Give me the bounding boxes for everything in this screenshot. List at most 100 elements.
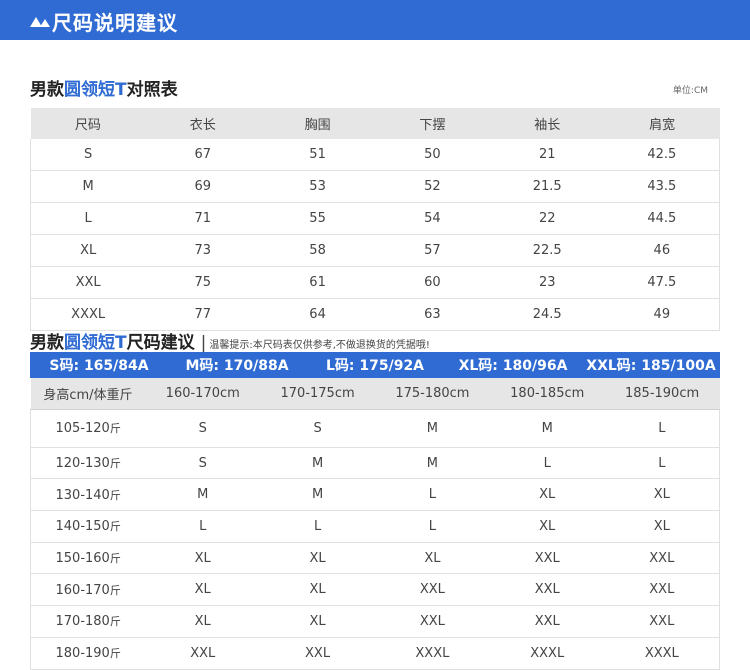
column-header: 衣长 <box>145 108 261 139</box>
table-cell: 43.5 <box>604 170 720 203</box>
table-cell: 51 <box>260 139 375 171</box>
table-cell: 75 <box>145 266 261 299</box>
size-spec-item: M码: 170/88A <box>185 358 289 374</box>
size-cell: S <box>145 447 261 480</box>
title-prefix: 男款 <box>30 80 64 100</box>
size-cell: XXL <box>489 542 605 575</box>
table-cell: XXL <box>30 266 146 299</box>
title-suffix: 尺码建议 <box>126 333 195 353</box>
table-cell: 60 <box>374 266 490 299</box>
banner-title: 尺码说明建议 <box>52 11 178 35</box>
size-cell: S <box>260 409 375 448</box>
table-row: 120-130斤 S M M L L <box>30 447 720 480</box>
weight-unit: 斤 <box>109 520 121 534</box>
size-cell: XXL <box>374 605 490 638</box>
title-highlight: 圆领短T <box>64 80 127 100</box>
weight-unit: 斤 <box>109 583 121 597</box>
size-cell: L <box>604 447 720 480</box>
size-cell: XXL <box>604 542 720 575</box>
size-cell: XL <box>374 542 490 575</box>
weight-cell: 160-170斤 <box>30 573 146 607</box>
column-header: 下摆 <box>374 108 490 139</box>
table-row: 160-170斤 XL XL XXL XXL XXL <box>30 573 720 607</box>
tip-text: 温馨提示:本尺码表仅供参考,不做退换货的凭据哦! <box>209 340 430 351</box>
unit-label: 单位:CM <box>672 86 708 96</box>
size-cell: L <box>374 478 490 512</box>
size-spec-item: S码: 165/84A <box>49 358 149 374</box>
table-row: 150-160斤 XL XL XL XXL XXL <box>30 542 720 575</box>
size-cell: M <box>489 409 605 448</box>
table-cell: 73 <box>145 234 261 267</box>
height-header: 185-190cm <box>604 378 720 410</box>
size-cell: XXL <box>260 637 375 670</box>
table-cell: XXXL <box>30 298 146 331</box>
triangle-icon <box>40 19 50 27</box>
table-cell: 71 <box>145 202 261 235</box>
table-cell: 69 <box>145 170 261 203</box>
table-cell: 47.5 <box>604 266 720 299</box>
size-cell: XXL <box>145 637 261 670</box>
size-cell: XL <box>145 605 261 638</box>
table-row: 170-180斤 XL XL XXL XXL XXL <box>30 605 720 638</box>
table-cell: 22 <box>489 202 605 235</box>
size-cell: L <box>604 409 720 448</box>
weight-cell: 105-120斤 <box>30 409 146 448</box>
size-cell: XXL <box>374 573 490 607</box>
size-chart-title: 男款圆领短T对照表 <box>30 75 178 100</box>
size-cell: XXL <box>489 605 605 638</box>
size-cell: XL <box>145 542 261 575</box>
table-cell: XL <box>30 234 146 267</box>
table-cell: 42.5 <box>604 139 720 171</box>
size-cell: XL <box>489 478 605 512</box>
size-cell: XXXL <box>604 637 720 670</box>
size-cell: XXL <box>489 573 605 607</box>
size-cell: XL <box>260 573 375 607</box>
table-cell: 67 <box>145 139 261 171</box>
weight-unit: 斤 <box>109 552 121 566</box>
weight-unit: 斤 <box>109 457 121 471</box>
size-spec-item: L码: 175/92A <box>325 358 425 374</box>
table-cell: 44.5 <box>604 202 720 235</box>
table-row: 105-120斤 S S M M L <box>30 409 720 448</box>
table-row: 180-190斤 XXL XXL XXXL XXXL XXXL <box>30 637 720 670</box>
size-cell: XL <box>489 510 605 543</box>
height-header: 170-175cm <box>260 378 375 410</box>
size-cell: L <box>489 447 605 480</box>
size-cell: S <box>145 409 261 448</box>
weight-unit: 斤 <box>109 647 121 661</box>
title-highlight: 圆领短T <box>64 333 127 353</box>
table-cell: S <box>30 139 146 171</box>
weight-cell: 130-140斤 <box>30 478 146 512</box>
size-cell: XL <box>260 605 375 638</box>
table-header-row: 身高cm/体重斤 160-170cm 170-175cm 175-180cm 180-1… <box>30 378 720 410</box>
table-cell: 64 <box>260 298 375 331</box>
table-row: L 71 55 54 22 44.5 <box>30 202 720 235</box>
size-spec-bar: S码: 165/84A M码: 170/88A L码: 175/92A XL码: 18… <box>30 352 720 378</box>
weight-range: 120-130 <box>55 456 110 472</box>
size-cell: M <box>260 478 375 512</box>
table-cell: 23 <box>489 266 605 299</box>
table-cell: 58 <box>260 234 375 267</box>
table-cell: 50 <box>374 139 490 171</box>
size-chart-table: 尺码 衣长 胸围 下摆 袖长 肩宽 S 67 51 50 21 42.5 M 69 53 52 21.5 43.… <box>30 108 720 331</box>
size-recommendation-title: 男款圆领短T尺码建议 | 温馨提示:本尺码表仅供参考,不做退换货的凭据哦! <box>30 328 430 353</box>
table-row: XL 73 58 57 22.5 46 <box>30 234 720 267</box>
table-cell: 46 <box>604 234 720 267</box>
size-cell: XL <box>604 510 720 543</box>
table-cell: M <box>30 170 146 203</box>
table-row: XXL 75 61 60 23 47.5 <box>30 266 720 299</box>
size-cell: XL <box>604 478 720 512</box>
table-cell: 22.5 <box>489 234 605 267</box>
column-header: 尺码 <box>30 108 146 139</box>
height-header: 180-185cm <box>489 378 605 410</box>
weight-cell: 150-160斤 <box>30 542 146 575</box>
table-cell: 24.5 <box>489 298 605 331</box>
weight-unit: 斤 <box>109 615 121 629</box>
table-cell: 49 <box>604 298 720 331</box>
weight-cell: 180-190斤 <box>30 637 146 670</box>
size-cell: M <box>374 447 490 480</box>
weight-range: 150-160 <box>55 551 110 567</box>
table-cell: 55 <box>260 202 375 235</box>
table-cell: 63 <box>374 298 490 331</box>
table-cell: 53 <box>260 170 375 203</box>
